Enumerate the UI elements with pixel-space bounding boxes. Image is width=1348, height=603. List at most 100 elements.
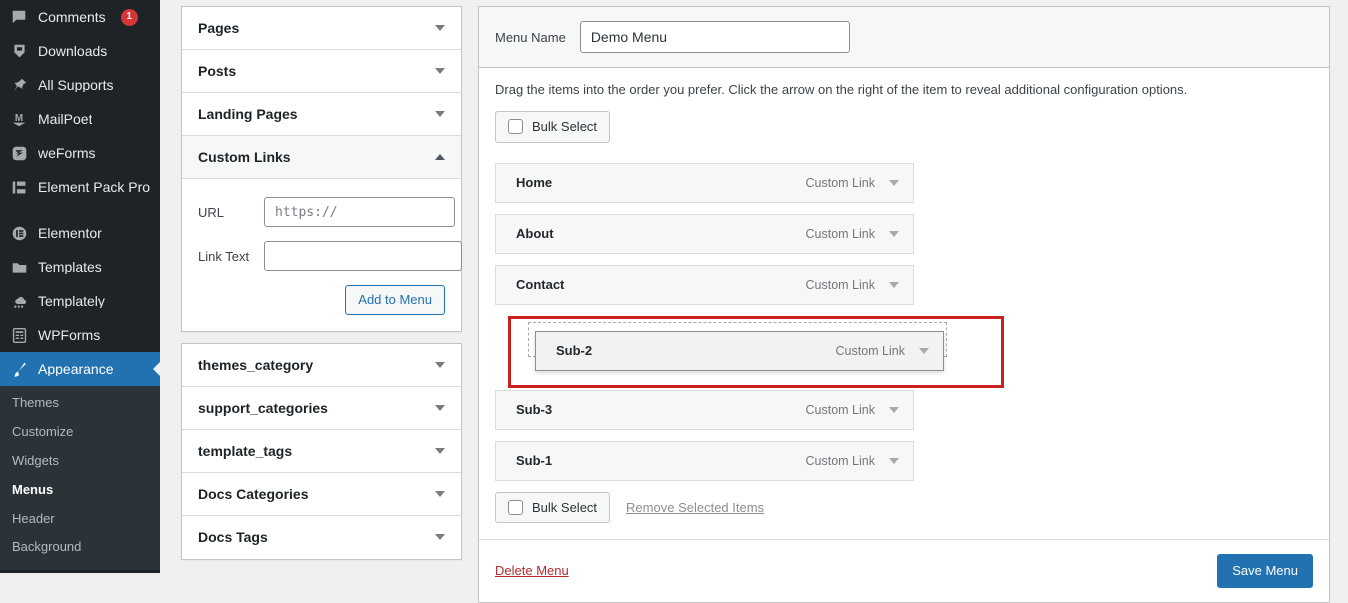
accordion-label: template_tags	[198, 442, 293, 459]
remove-selected-items-link[interactable]: Remove Selected Items	[626, 500, 764, 515]
link-text-input[interactable]	[264, 241, 462, 271]
sidebar-subitem-background[interactable]: Background	[0, 533, 160, 562]
chevron-down-icon[interactable]	[889, 281, 899, 288]
sidebar-item-label: All Supports	[38, 78, 114, 92]
menu-item-title: About	[516, 226, 554, 242]
sidebar-subitem-themes[interactable]: Themes	[0, 389, 160, 418]
menu-item-sub-3[interactable]: Sub-3 Custom Link	[495, 389, 914, 430]
sidebar-item-element-pack-pro[interactable]: Element Pack Pro	[0, 170, 160, 204]
accordion-header-template-tags[interactable]: template_tags	[182, 429, 461, 473]
chevron-down-icon[interactable]	[889, 230, 899, 237]
accordion-header-docs-tags[interactable]: Docs Tags	[182, 515, 461, 559]
chevron-down-icon[interactable]	[889, 179, 899, 186]
chevron-down-icon	[435, 404, 445, 411]
add-menu-items-column: Pages Posts Landing Pages Custom Links U…	[181, 6, 462, 560]
elementor-icon	[9, 223, 29, 243]
accordion-header-support-categories[interactable]: support_categories	[182, 386, 461, 430]
sidebar-item-mailpoet[interactable]: M MailPoet	[0, 102, 160, 136]
sidebar-subitem-widgets[interactable]: Widgets	[0, 447, 160, 476]
sidebar-item-label: weForms	[38, 146, 96, 160]
pin-icon	[9, 75, 29, 95]
chevron-down-icon	[435, 534, 445, 541]
sidebar-item-label: Templately	[38, 294, 105, 308]
sidebar-item-comments[interactable]: Comments 1	[0, 0, 160, 34]
menu-item-contact[interactable]: Contact Custom Link	[495, 264, 914, 305]
sidebar-item-templately[interactable]: Templately	[0, 284, 160, 318]
add-to-menu-button[interactable]: Add to Menu	[345, 285, 445, 315]
sidebar-subitem-menus[interactable]: Menus	[0, 476, 160, 505]
accordion-label: Landing Pages	[198, 106, 298, 122]
sidebar-item-templates[interactable]: Templates	[0, 250, 160, 284]
bulk-select-top-label: Bulk Select	[532, 119, 598, 134]
menu-item-type: Custom Link	[805, 453, 875, 468]
menu-items-list: Home Custom Link About Custom Link Conta…	[495, 162, 1313, 481]
bulk-select-bottom-button[interactable]: Bulk Select	[495, 491, 611, 524]
comments-count-badge: 1	[120, 8, 138, 26]
menu-item-sub-1[interactable]: Sub-1 Custom Link	[495, 440, 914, 481]
sidebar-subitem-header[interactable]: Header	[0, 505, 160, 534]
chevron-down-icon	[435, 25, 445, 31]
admin-sidebar: Comments 1 Downloads All Supports M Mail…	[0, 0, 160, 573]
accordion-label: themes_category	[198, 356, 314, 373]
chevron-down-icon	[435, 490, 445, 497]
menu-item-title: Sub-3	[516, 402, 553, 418]
accordion-header-docs-categories[interactable]: Docs Categories	[182, 472, 461, 516]
sidebar-item-downloads[interactable]: Downloads	[0, 34, 160, 68]
save-menu-button[interactable]: Save Menu	[1217, 554, 1313, 588]
menu-item-title: Home	[516, 175, 553, 191]
accordion-label: Pages	[198, 20, 240, 36]
bulk-select-top-checkbox[interactable]	[508, 119, 523, 135]
menu-name-input[interactable]	[579, 21, 850, 53]
menu-item-type: Custom Link	[805, 402, 875, 417]
accordion-header-themes-category[interactable]: themes_category	[182, 343, 461, 387]
menu-item-type: Custom Link	[805, 226, 875, 241]
chevron-down-icon[interactable]	[889, 406, 899, 413]
sidebar-item-label: WPForms	[38, 328, 101, 342]
element-pack-icon	[9, 177, 29, 197]
chevron-down-icon[interactable]	[889, 457, 899, 464]
menu-item-sub-2-dragging[interactable]: Sub-2 Custom Link	[535, 330, 944, 371]
bulk-select-top-button[interactable]: Bulk Select	[495, 111, 611, 143]
menu-editor-footer: Delete Menu Save Menu	[479, 539, 1329, 602]
comments-icon	[9, 7, 29, 27]
chevron-down-icon	[435, 361, 445, 368]
menu-structure-body: Drag the items into the order you prefer…	[479, 68, 1329, 539]
accordion-label: Custom Links	[198, 149, 291, 165]
bulk-controls-bottom: Bulk Select Remove Selected Items	[495, 491, 1313, 524]
bulk-select-bottom-checkbox[interactable]	[508, 499, 523, 515]
sidebar-item-weforms[interactable]: weForms	[0, 136, 160, 170]
menu-item-type: Custom Link	[805, 277, 875, 292]
delete-menu-link[interactable]: Delete Menu	[495, 563, 569, 578]
sidebar-item-all-supports[interactable]: All Supports	[0, 68, 160, 102]
url-label: URL	[198, 204, 225, 220]
url-field-row: URL	[198, 197, 455, 227]
accordion-header-pages[interactable]: Pages	[182, 7, 461, 50]
accordion-header-custom-links[interactable]: Custom Links	[182, 136, 461, 179]
sidebar-separator	[0, 204, 160, 216]
appearance-submenu: Themes Customize Widgets Menus Header Ba…	[0, 386, 160, 571]
menu-item-about[interactable]: About Custom Link	[495, 213, 914, 254]
sidebar-item-label: Comments	[38, 10, 106, 24]
chevron-up-icon	[435, 154, 445, 160]
sidebar-item-label: Downloads	[38, 44, 108, 58]
sidebar-item-wpforms[interactable]: WPForms	[0, 318, 160, 352]
url-input[interactable]	[264, 197, 455, 227]
sidebar-item-elementor[interactable]: Elementor	[0, 216, 160, 250]
accordion-header-posts[interactable]: Posts	[182, 50, 461, 93]
chevron-down-icon[interactable]	[919, 347, 929, 354]
accordion-header-landing-pages[interactable]: Landing Pages	[182, 93, 461, 136]
menu-item-title: Sub-1	[516, 453, 553, 469]
sidebar-subitem-customize[interactable]: Customize	[0, 418, 160, 447]
sidebar-item-appearance[interactable]: Appearance	[0, 352, 160, 386]
menu-item-type: Custom Link	[805, 175, 875, 190]
accordion-group-top: Pages Posts Landing Pages Custom Links U…	[181, 6, 462, 332]
link-text-field-row: Link Text	[198, 241, 462, 271]
accordion-label: support_categories	[198, 399, 328, 416]
sidebar-item-label: Templates	[38, 260, 102, 274]
link-text-label: Link Text	[198, 248, 250, 264]
menu-item-home[interactable]: Home Custom Link	[495, 162, 914, 203]
wpforms-icon	[9, 325, 29, 345]
sidebar-item-label: Appearance	[38, 362, 114, 376]
menu-editor-panel: Menu Name Drag the items into the order …	[478, 6, 1330, 603]
chevron-down-icon	[435, 447, 445, 454]
